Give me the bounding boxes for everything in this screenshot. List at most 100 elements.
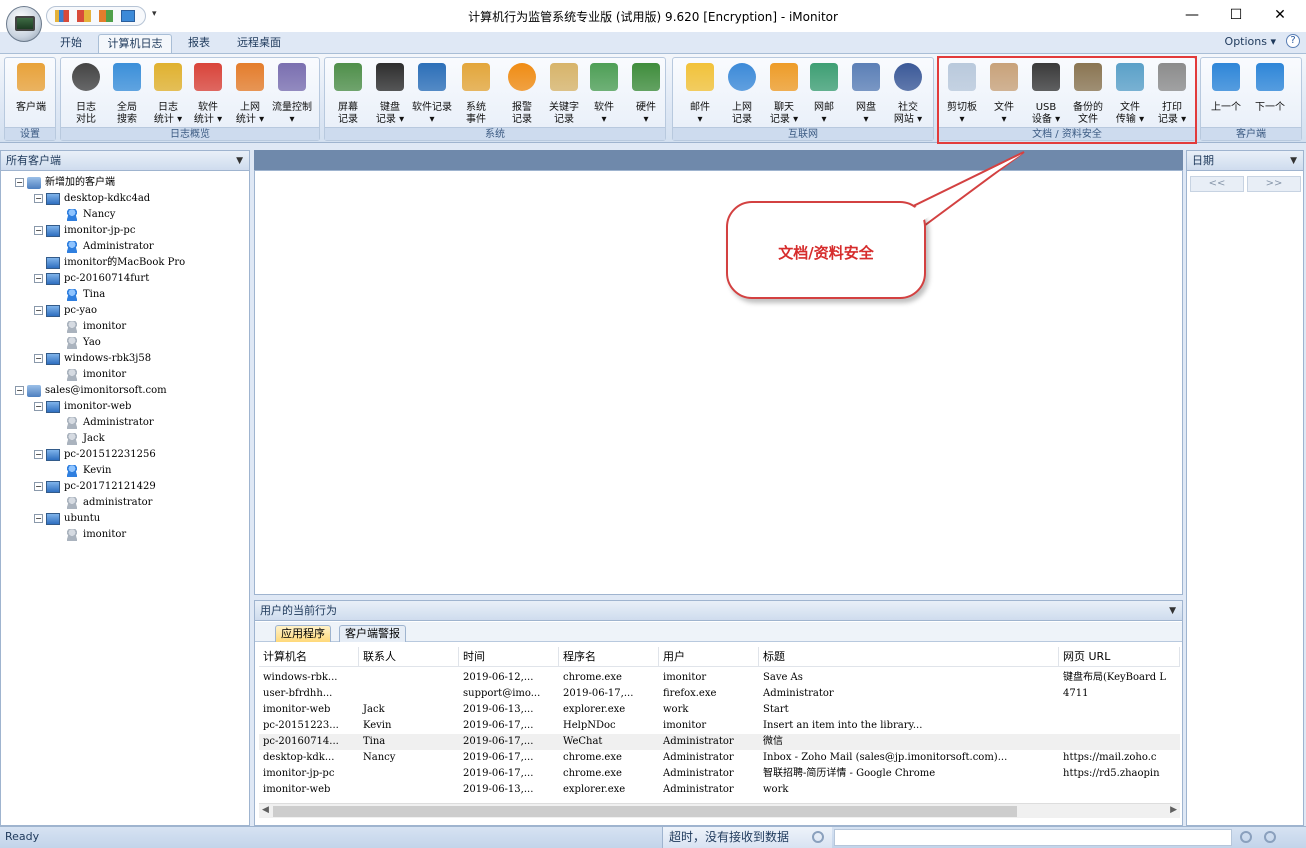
collapse-icon[interactable]: −: [15, 178, 24, 187]
scroll-left-icon[interactable]: ◀: [262, 805, 269, 815]
tab-applications[interactable]: 应用程序: [275, 625, 331, 642]
tree-item[interactable]: − pc-yao: [34, 303, 97, 319]
tree-item[interactable]: − windows-rbk3j58: [34, 351, 151, 367]
table-row[interactable]: desktop-kdk... Nancy 2019-06-17,... chrome.…: [259, 750, 1180, 766]
tree-item[interactable]: − desktop-kdkc4ad: [34, 191, 150, 207]
tree-item[interactable]: Administrator: [53, 239, 154, 255]
table-row[interactable]: user-bfrdhh... support@imo... 2019-06-17,.…: [259, 686, 1180, 702]
tree-item[interactable]: imonitor的MacBook Pro: [34, 255, 185, 271]
collapse-icon[interactable]: −: [34, 354, 43, 363]
dropdown-icon[interactable]: ▼: [1169, 601, 1176, 621]
help-icon[interactable]: ?: [1286, 34, 1300, 48]
ribbon-button-internet-1[interactable]: 上网 记录: [721, 60, 763, 126]
ribbon-button-log-overview-1[interactable]: 全局 搜索: [106, 60, 148, 126]
table-row[interactable]: windows-rbk... 2019-06-12,... chrome.exe im…: [259, 670, 1180, 686]
tab-remote-desktop[interactable]: 远程桌面: [228, 34, 290, 53]
dropdown-icon[interactable]: ▼: [1290, 151, 1297, 171]
tree-item[interactable]: administrator: [53, 495, 152, 511]
table-row[interactable]: pc-20160714... Tina 2019-06-17,... WeChat Ad…: [259, 734, 1180, 750]
table-row[interactable]: pc-20151223... Kevin 2019-06-17,... HelpNDo…: [259, 718, 1180, 734]
ribbon-button-system-1[interactable]: 键盘 记录 ▾: [369, 60, 411, 126]
app-menu-button[interactable]: [6, 6, 42, 42]
collapse-icon[interactable]: −: [15, 386, 24, 395]
collapse-icon[interactable]: −: [34, 402, 43, 411]
prev-date-button[interactable]: <<: [1190, 176, 1244, 192]
table-row[interactable]: imonitor-web 2019-06-13,... explorer.exe Ad…: [259, 782, 1180, 798]
ribbon-button-client-1[interactable]: 下一个: [1249, 60, 1291, 126]
collapse-icon[interactable]: −: [34, 274, 43, 283]
tree-item[interactable]: Administrator: [53, 415, 154, 431]
ribbon-button-system-7[interactable]: 硬件 ▾: [625, 60, 667, 126]
tree-item[interactable]: Jack: [53, 431, 105, 447]
scroll-right-icon[interactable]: ▶: [1170, 805, 1177, 815]
collapse-icon[interactable]: −: [34, 450, 43, 459]
ribbon-button-internet-5[interactable]: 社交 网站 ▾: [887, 60, 929, 126]
status-search-input[interactable]: [834, 829, 1232, 846]
tree-item[interactable]: Nancy: [53, 207, 115, 223]
collapse-icon[interactable]: −: [34, 226, 43, 235]
ribbon-group-label: 客户端: [1201, 127, 1301, 140]
tree-item[interactable]: − sales@imonitorsoft.com: [15, 383, 167, 399]
minimize-button[interactable]: —: [1172, 4, 1212, 26]
ribbon-button-log-overview-4[interactable]: 上网 统计 ▾: [229, 60, 271, 126]
tree-item[interactable]: imonitor: [53, 367, 126, 383]
collapse-icon[interactable]: −: [34, 482, 43, 491]
tree-item[interactable]: Tina: [53, 287, 105, 303]
ribbon-button-system-0[interactable]: 屏幕 记录: [327, 60, 369, 126]
tree-item[interactable]: Yao: [53, 335, 101, 351]
ribbon-button-log-overview-0[interactable]: 日志 对比: [65, 60, 107, 126]
ribbon-button-log-overview-5[interactable]: 流量控制 ▾: [271, 60, 313, 126]
options-menu[interactable]: Options ▾: [1225, 35, 1276, 48]
ribbon-button-log-overview-3[interactable]: 软件 统计 ▾: [187, 60, 229, 126]
dropdown-icon[interactable]: ▼: [236, 151, 243, 171]
tree-item[interactable]: − pc-201512231256: [34, 447, 156, 463]
user-offline-icon: [65, 320, 79, 333]
tree-item[interactable]: imonitor: [53, 527, 126, 543]
tab-computer-log[interactable]: 计算机日志: [98, 34, 172, 53]
tab-client-alerts[interactable]: 客户端警报: [339, 625, 406, 642]
next-date-button[interactable]: >>: [1247, 176, 1301, 192]
column-header[interactable]: 程序名: [559, 647, 659, 667]
column-header[interactable]: 标题: [759, 647, 1059, 667]
zoom-out-icon[interactable]: [1264, 831, 1276, 843]
ribbon-button-system-4[interactable]: 报警 记录: [501, 60, 543, 126]
column-header[interactable]: 联系人: [359, 647, 459, 667]
column-header[interactable]: 用户: [659, 647, 759, 667]
tree-item[interactable]: imonitor: [53, 319, 126, 335]
user-offline-icon: [65, 416, 79, 429]
tree-item[interactable]: − ubuntu: [34, 511, 100, 527]
collapse-icon[interactable]: −: [34, 514, 43, 523]
ribbon-button-internet-3[interactable]: 网邮 ▾: [803, 60, 845, 126]
column-header[interactable]: 计算机名: [259, 647, 359, 667]
ribbon-button-settings-0[interactable]: 客户端: [10, 60, 52, 126]
ribbon-button-internet-0[interactable]: 邮件 ▾: [679, 60, 721, 126]
ribbon-button-system-6[interactable]: 软件 ▾: [583, 60, 625, 126]
scrollbar-thumb[interactable]: [273, 806, 1017, 817]
maximize-button[interactable]: ☐: [1216, 4, 1256, 26]
horizontal-scrollbar[interactable]: ◀ ▶: [259, 803, 1180, 818]
column-header[interactable]: 时间: [459, 647, 559, 667]
tree-item[interactable]: − pc-201712121429: [34, 479, 156, 495]
search-icon[interactable]: [812, 831, 824, 843]
tree-item[interactable]: − imonitor-web: [34, 399, 131, 415]
ribbon-button-internet-4[interactable]: 网盘 ▾: [845, 60, 887, 126]
ribbon-button-client-0[interactable]: 上一个: [1205, 60, 1247, 126]
ribbon-button-system-3[interactable]: 系统 事件: [455, 60, 497, 126]
tree-item-label: Administrator: [83, 417, 154, 428]
tree-item[interactable]: − 新增加的客户端: [15, 175, 115, 191]
tree-item[interactable]: Kevin: [53, 463, 111, 479]
tab-reports[interactable]: 报表: [178, 34, 220, 53]
tree-item[interactable]: − pc-20160714furt: [34, 271, 149, 287]
zoom-in-icon[interactable]: [1240, 831, 1252, 843]
collapse-icon[interactable]: −: [34, 194, 43, 203]
table-row[interactable]: imonitor-jp-pc 2019-06-17,... chrome.exe Ad…: [259, 766, 1180, 782]
ribbon-button-system-2[interactable]: 软件记录 ▾: [411, 60, 453, 126]
column-header[interactable]: 网页 URL: [1059, 647, 1180, 667]
tree-item[interactable]: − imonitor-jp-pc: [34, 223, 135, 239]
tab-start[interactable]: 开始: [50, 34, 92, 53]
tree-item-label: desktop-kdkc4ad: [64, 193, 151, 204]
collapse-icon[interactable]: −: [34, 306, 43, 315]
tree-item-label: Administrator: [83, 241, 154, 252]
close-button[interactable]: ✕: [1260, 4, 1300, 26]
table-row[interactable]: imonitor-web Jack 2019-06-13,... explorer.e…: [259, 702, 1180, 718]
